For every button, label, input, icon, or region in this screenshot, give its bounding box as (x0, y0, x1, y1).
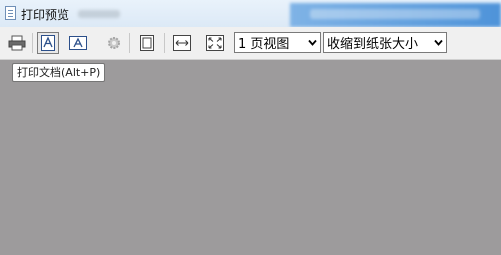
chevron-down-icon (308, 39, 317, 46)
toolbar-separator (32, 33, 33, 53)
page-view-select[interactable]: 1 页视图 (234, 32, 321, 53)
toolbar-separator (164, 33, 165, 53)
blurred-title-detail (78, 10, 120, 18)
zoom-select-value: 收缩到纸张大小 (327, 37, 419, 52)
window-title: 打印预览 (21, 8, 70, 22)
print-tooltip: 打印文档(Alt+P) (12, 63, 106, 82)
document-icon (5, 6, 16, 20)
print-button[interactable] (6, 32, 28, 54)
single-page-icon (140, 35, 154, 51)
portrait-text-icon (41, 35, 55, 51)
page-setup-button[interactable] (103, 32, 125, 54)
portrait-button[interactable] (37, 32, 59, 54)
toolbar: 1 页视图 收缩到纸张大小 (0, 27, 501, 60)
chevron-down-icon (434, 39, 443, 46)
title-bar: 打印预览 (0, 0, 501, 27)
single-page-button[interactable] (136, 32, 158, 54)
page-view-select-value: 1 页视图 (238, 37, 290, 52)
zoom-select[interactable]: 收缩到纸张大小 (323, 32, 447, 53)
fit-width-icon (173, 35, 191, 51)
toolbar-separator (129, 33, 130, 53)
fit-width-button[interactable] (171, 32, 193, 54)
fit-page-button[interactable] (204, 32, 226, 54)
landscape-button[interactable] (67, 32, 89, 54)
blurred-banner (290, 3, 501, 27)
landscape-text-icon (69, 36, 87, 50)
printer-icon (8, 35, 26, 51)
fit-page-icon (206, 35, 224, 51)
gear-icon (108, 37, 120, 49)
